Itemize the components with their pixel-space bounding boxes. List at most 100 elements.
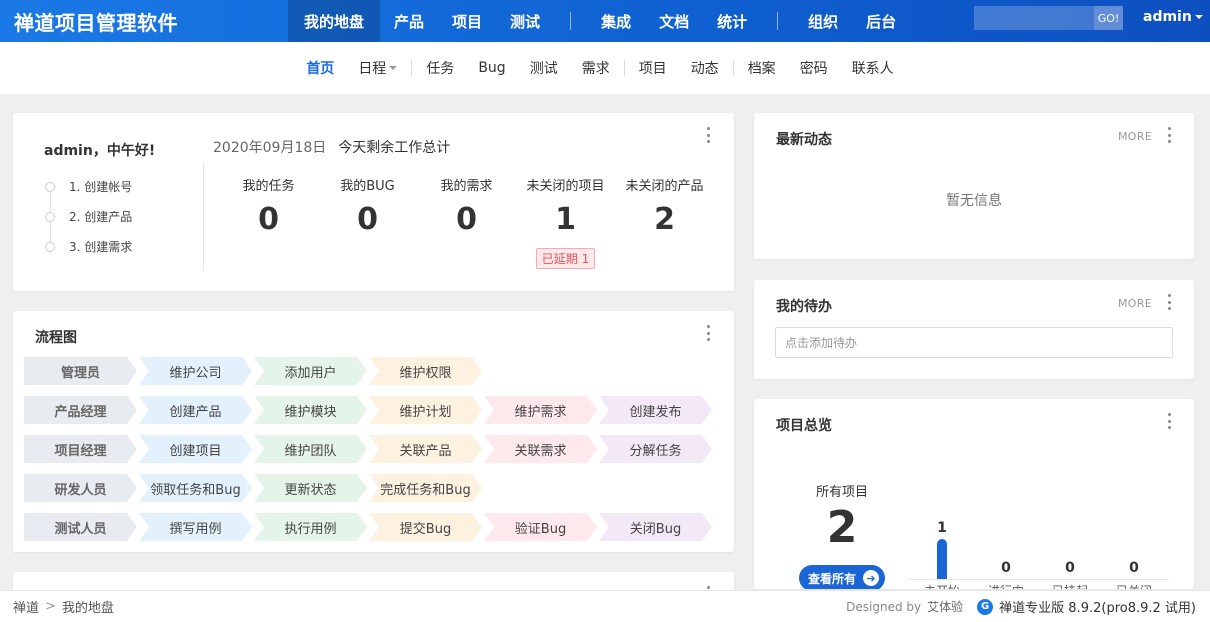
search-go-button[interactable]: GO!: [1094, 6, 1123, 30]
panel-title: 流程图: [35, 330, 77, 346]
stat-label: 未关闭的产品: [625, 179, 704, 194]
sub-nav-password[interactable]: 密码: [788, 58, 840, 78]
sub-nav: 首页 日程 任务 Bug 测试 需求 项目 动态 档案 密码 联系人: [0, 42, 1210, 94]
sub-nav-story[interactable]: 需求: [570, 58, 622, 78]
main-nav-company[interactable]: 组织: [794, 0, 852, 42]
all-projects-label: 所有项目: [816, 485, 869, 500]
bar[interactable]: [937, 539, 947, 579]
stat-label: 未关闭的项目: [526, 179, 605, 194]
main-nav-doc[interactable]: 文档: [645, 0, 703, 42]
main-nav-test[interactable]: 测试: [496, 0, 554, 42]
stat-my-stories[interactable]: 我的需求 0: [417, 175, 516, 269]
credits: Designed by 艾体验 G 禅道专业版 8.9.2(pro8.9.2 试…: [846, 597, 1196, 616]
main-nav-my[interactable]: 我的地盘: [288, 0, 381, 42]
flow-step[interactable]: 关联产品: [369, 435, 482, 463]
flow-step[interactable]: 更新状态: [254, 474, 367, 502]
flow-step[interactable]: 执行用例: [254, 513, 367, 541]
main-nav-admin[interactable]: 后台: [852, 0, 910, 42]
sub-nav-calendar[interactable]: 日程: [346, 58, 409, 78]
flow-step[interactable]: 完成任务和Bug: [369, 474, 482, 502]
flow-step[interactable]: 提交Bug: [369, 513, 482, 541]
panel-title: 项目总览: [776, 418, 832, 434]
delayed-badge[interactable]: 已延期 1: [535, 248, 596, 269]
nav-separator: [570, 12, 572, 30]
flow-step[interactable]: 维护团队: [254, 435, 367, 463]
step-label: 1. 创建帐号: [69, 180, 133, 194]
stat-open-projects[interactable]: 未关闭的项目 1 已延期 1: [516, 175, 615, 269]
sub-nav-home[interactable]: 首页: [294, 58, 346, 78]
flow-step[interactable]: 验证Bug: [484, 513, 597, 541]
stat-label: 我的需求: [440, 179, 493, 194]
more-link[interactable]: MORE: [1118, 297, 1152, 310]
flow-step[interactable]: 维护公司: [139, 357, 252, 385]
stat-my-tasks[interactable]: 我的任务 0: [219, 175, 318, 269]
bar-value-label: 0: [1065, 560, 1075, 576]
flow-step[interactable]: 创建产品: [139, 396, 252, 424]
view-all-button[interactable]: 查看所有 ➔: [799, 565, 885, 589]
flow-step[interactable]: 创建发布: [599, 396, 712, 424]
stat-open-products[interactable]: 未关闭的产品 2: [615, 175, 714, 269]
flow-step[interactable]: 维护计划: [369, 396, 482, 424]
my-todo-panel: 我的待办 MORE: [754, 280, 1194, 379]
bar-value-label: 1: [937, 520, 947, 536]
nav-separator: [623, 60, 625, 76]
sub-nav-contacts[interactable]: 联系人: [840, 58, 906, 78]
flow-role-label: 产品经理: [24, 396, 137, 424]
divider: [203, 163, 204, 271]
sub-nav-profile[interactable]: 档案: [736, 58, 788, 78]
more-options-icon[interactable]: [1167, 294, 1171, 310]
main-nav-report[interactable]: 统计: [703, 0, 761, 42]
user-name: admin: [1143, 9, 1192, 25]
flow-step[interactable]: 关闭Bug: [599, 513, 712, 541]
sub-nav-bug[interactable]: Bug: [466, 60, 517, 76]
breadcrumb-current[interactable]: 我的地盘: [62, 597, 114, 616]
sub-nav-test[interactable]: 测试: [518, 58, 570, 78]
flow-step[interactable]: 分解任务: [599, 435, 712, 463]
sub-nav-project[interactable]: 项目: [627, 58, 679, 78]
app-title[interactable]: 禅道项目管理软件: [0, 7, 288, 36]
bar-column: 0: [1109, 560, 1159, 579]
flow-step[interactable]: 撰写用例: [139, 513, 252, 541]
flow-step[interactable]: 关联需求: [484, 435, 597, 463]
chevron-down-icon: [389, 66, 398, 70]
flow-step[interactable]: 创建项目: [139, 435, 252, 463]
flow-role-label: 测试人员: [24, 513, 137, 541]
more-options-icon[interactable]: [1167, 413, 1171, 429]
step-circle-icon: [45, 182, 55, 192]
user-menu[interactable]: admin: [1143, 9, 1203, 25]
summary-title: 今天剩余工作总计: [338, 140, 451, 156]
more-options-icon[interactable]: [1167, 127, 1171, 143]
main-nav-project[interactable]: 项目: [438, 0, 496, 42]
top-navbar: 禅道项目管理软件 我的地盘 产品 项目 测试 集成 文档 统计 组织 后台 GO…: [0, 0, 1210, 42]
latest-dynamics-panel: 最新动态 MORE 暂无信息: [754, 113, 1194, 259]
main-nav-ci[interactable]: 集成: [587, 0, 645, 42]
flow-row: 管理员 维护公司 添加用户 维护权限: [24, 357, 714, 385]
more-link[interactable]: MORE: [1118, 130, 1152, 143]
version-link[interactable]: 禅道专业版 8.9.2(pro8.9.2 试用): [999, 597, 1196, 616]
stat-my-bugs[interactable]: 我的BUG 0: [318, 175, 417, 269]
onboarding-step[interactable]: 2. 创建产品: [45, 209, 132, 242]
add-todo-input[interactable]: [775, 327, 1173, 358]
stat-value: 0: [456, 202, 477, 237]
onboarding-step[interactable]: 3. 创建需求: [45, 239, 132, 269]
designer-link[interactable]: 艾体验: [927, 598, 963, 615]
sub-nav-task[interactable]: 任务: [414, 58, 466, 78]
flow-step[interactable]: 添加用户: [254, 357, 367, 385]
flow-step[interactable]: 领取任务和Bug: [139, 474, 252, 502]
all-projects-count: 2: [826, 502, 858, 553]
flow-role-label: 研发人员: [24, 474, 137, 502]
more-options-icon[interactable]: [706, 127, 710, 143]
search-input[interactable]: [974, 6, 1094, 30]
flow-step[interactable]: 维护需求: [484, 396, 597, 424]
breadcrumb-root[interactable]: 禅道: [13, 597, 39, 616]
summary-header: 2020年09月18日 今天剩余工作总计: [213, 137, 450, 157]
flow-step[interactable]: 维护模块: [254, 396, 367, 424]
flow-step[interactable]: 维护权限: [369, 357, 482, 385]
flow-role-label: 管理员: [24, 357, 137, 385]
today-date: 2020年09月18日: [213, 140, 327, 156]
main-nav-product[interactable]: 产品: [380, 0, 438, 42]
sub-nav-dynamic[interactable]: 动态: [679, 58, 731, 78]
chart-baseline: [909, 579, 1169, 580]
more-options-icon[interactable]: [706, 325, 710, 341]
onboarding-step[interactable]: 1. 创建帐号: [45, 179, 133, 212]
